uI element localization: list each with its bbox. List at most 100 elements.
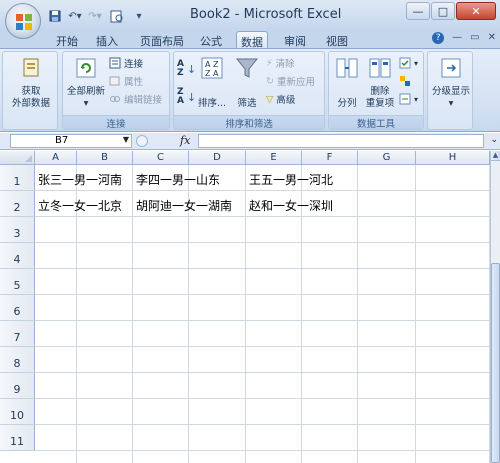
- cell-a1[interactable]: 张三一男一河南: [38, 171, 122, 188]
- reapply-button[interactable]: ↻ 重新应用: [266, 74, 315, 89]
- cell-e1[interactable]: 王五一男一河北: [249, 171, 333, 188]
- tab-home[interactable]: 开始: [52, 31, 82, 48]
- data-validation-button[interactable]: ▾: [399, 56, 418, 70]
- gridline: [357, 165, 358, 463]
- name-box-dropdown-icon[interactable]: ▼: [123, 135, 129, 144]
- sort-button[interactable]: A Z Z A 排序...: [194, 56, 230, 110]
- maximize-button[interactable]: □: [431, 2, 455, 20]
- scroll-up-arrow-icon[interactable]: ▲: [491, 151, 500, 161]
- column-header-g[interactable]: G: [358, 151, 416, 165]
- gridline: [35, 346, 490, 347]
- vertical-scrollbar[interactable]: ▲: [490, 151, 500, 463]
- gridline: [35, 320, 490, 321]
- column-header-a[interactable]: A: [35, 151, 77, 165]
- column-header-b[interactable]: B: [77, 151, 133, 165]
- scrollbar-thumb[interactable]: [491, 263, 500, 463]
- title-bar: ↶▾ ↷▾ ▾ Book2 - Microsoft Excel — □ ✕: [0, 0, 500, 30]
- quick-access-toolbar: ↶▾ ↷▾ ▾: [46, 7, 148, 25]
- column-header-c[interactable]: C: [133, 151, 189, 165]
- svg-text:A: A: [213, 69, 219, 78]
- refresh-all-button[interactable]: 全部刷新 ▾: [65, 56, 107, 110]
- group-connections: 全部刷新 ▾ 连接 属性 编辑链接 连接: [62, 51, 170, 130]
- text-to-columns-icon: [336, 58, 358, 78]
- column-header-f[interactable]: F: [302, 151, 358, 165]
- remove-duplicates-button[interactable]: 删除 重复项: [363, 56, 397, 110]
- row-number: 9: [13, 383, 21, 396]
- tab-formulas[interactable]: 公式: [196, 31, 226, 48]
- properties-icon: [109, 76, 120, 86]
- office-button[interactable]: [5, 3, 41, 39]
- row-header-7[interactable]: 7: [0, 321, 35, 347]
- database-icon: [23, 58, 39, 77]
- expand-formula-bar-icon[interactable]: ⌄: [490, 135, 498, 145]
- cell-e2[interactable]: 赵和一女一深圳: [249, 197, 333, 214]
- tab-insert[interactable]: 插入: [92, 31, 122, 48]
- ribbon-right-controls: ? — ▭ ✕: [432, 32, 496, 44]
- properties-button[interactable]: 属性: [109, 74, 143, 88]
- outline-button[interactable]: 分级显示 ▾: [429, 56, 473, 110]
- close-button[interactable]: ✕: [456, 2, 496, 20]
- formula-input[interactable]: [198, 134, 484, 148]
- customize-qat-icon[interactable]: ▾: [130, 8, 148, 24]
- data-validation-icon: [399, 57, 411, 69]
- tab-review[interactable]: 审阅: [280, 31, 310, 48]
- link-icon: [110, 96, 120, 102]
- window-title: Book2 - Microsoft Excel: [190, 7, 342, 22]
- clear-filter-button[interactable]: ⚡ 清除: [266, 56, 295, 71]
- gridline: [35, 424, 490, 425]
- redo-icon[interactable]: ↷▾: [86, 8, 104, 24]
- undo-icon[interactable]: ↶▾: [66, 8, 84, 24]
- row-header-6[interactable]: 6: [0, 295, 35, 321]
- row-header-4[interactable]: 4: [0, 243, 35, 269]
- gridline: [35, 450, 490, 451]
- row-header-5[interactable]: 5: [0, 269, 35, 295]
- row-header-10[interactable]: 10: [0, 399, 35, 425]
- name-box[interactable]: B7 ▼: [10, 134, 132, 148]
- worksheet-grid[interactable]: A B C D E F G H 1 2 3 4 5 6 7 8 9 10 11 张三一男一河南 李四一男一山东 王五一男一…: [0, 151, 490, 463]
- minimize-button[interactable]: —: [406, 2, 430, 20]
- svg-text:Z: Z: [205, 69, 211, 78]
- tab-data[interactable]: 数据: [236, 31, 268, 49]
- restore-workbook-icon[interactable]: ▭: [470, 32, 479, 44]
- formula-bar-handle-icon[interactable]: [136, 135, 148, 147]
- row-header-1[interactable]: 1: [0, 165, 35, 191]
- save-icon[interactable]: [46, 8, 64, 24]
- row-number: 3: [13, 227, 21, 240]
- sort-dialog-icon: A Z Z A: [201, 57, 223, 79]
- text-to-columns-button[interactable]: 分列: [331, 56, 363, 110]
- what-if-icon: [399, 93, 411, 105]
- cell-c2[interactable]: 胡阿迪一女一湖南: [136, 197, 232, 214]
- close-workbook-icon[interactable]: ✕: [488, 32, 496, 44]
- row-number: 7: [13, 331, 21, 344]
- advanced-filter-icon: ▽: [266, 93, 274, 105]
- select-all-corner[interactable]: [0, 151, 35, 165]
- column-header-h[interactable]: H: [416, 151, 490, 165]
- print-preview-icon[interactable]: [106, 8, 128, 24]
- consolidate-button[interactable]: [399, 74, 411, 88]
- filter-button[interactable]: 筛选: [232, 56, 262, 110]
- column-header-e[interactable]: E: [246, 151, 302, 165]
- minimize-workbook-icon[interactable]: —: [452, 32, 462, 44]
- edit-links-button[interactable]: 编辑链接: [109, 92, 162, 106]
- row-header-9[interactable]: 9: [0, 373, 35, 399]
- row-header-3[interactable]: 3: [0, 217, 35, 243]
- tab-page-layout[interactable]: 页面布局: [136, 31, 188, 48]
- insert-function-button[interactable]: fx: [180, 134, 190, 147]
- help-icon[interactable]: ?: [432, 32, 445, 44]
- cell-c1[interactable]: 李四一男一山东: [136, 171, 220, 188]
- column-header-d[interactable]: D: [189, 151, 246, 165]
- row-number: 4: [13, 253, 21, 266]
- gridline: [35, 242, 490, 243]
- row-header-2[interactable]: 2: [0, 191, 35, 217]
- advanced-filter-button[interactable]: ▽ 高级: [266, 92, 295, 107]
- row-header-8[interactable]: 8: [0, 347, 35, 373]
- row-number: 2: [13, 201, 21, 214]
- what-if-analysis-button[interactable]: ▾: [399, 92, 418, 106]
- row-header-11[interactable]: 11: [0, 425, 35, 451]
- group-outline: 分级显示 ▾: [427, 51, 473, 130]
- tab-view[interactable]: 视图: [322, 31, 352, 48]
- cell-a2[interactable]: 立冬一女一北京: [38, 197, 122, 214]
- sort-ascending-icon: AZ: [177, 59, 184, 78]
- get-external-data-button[interactable]: 获取 外部数据: [7, 56, 55, 110]
- connections-button[interactable]: 连接: [109, 56, 143, 70]
